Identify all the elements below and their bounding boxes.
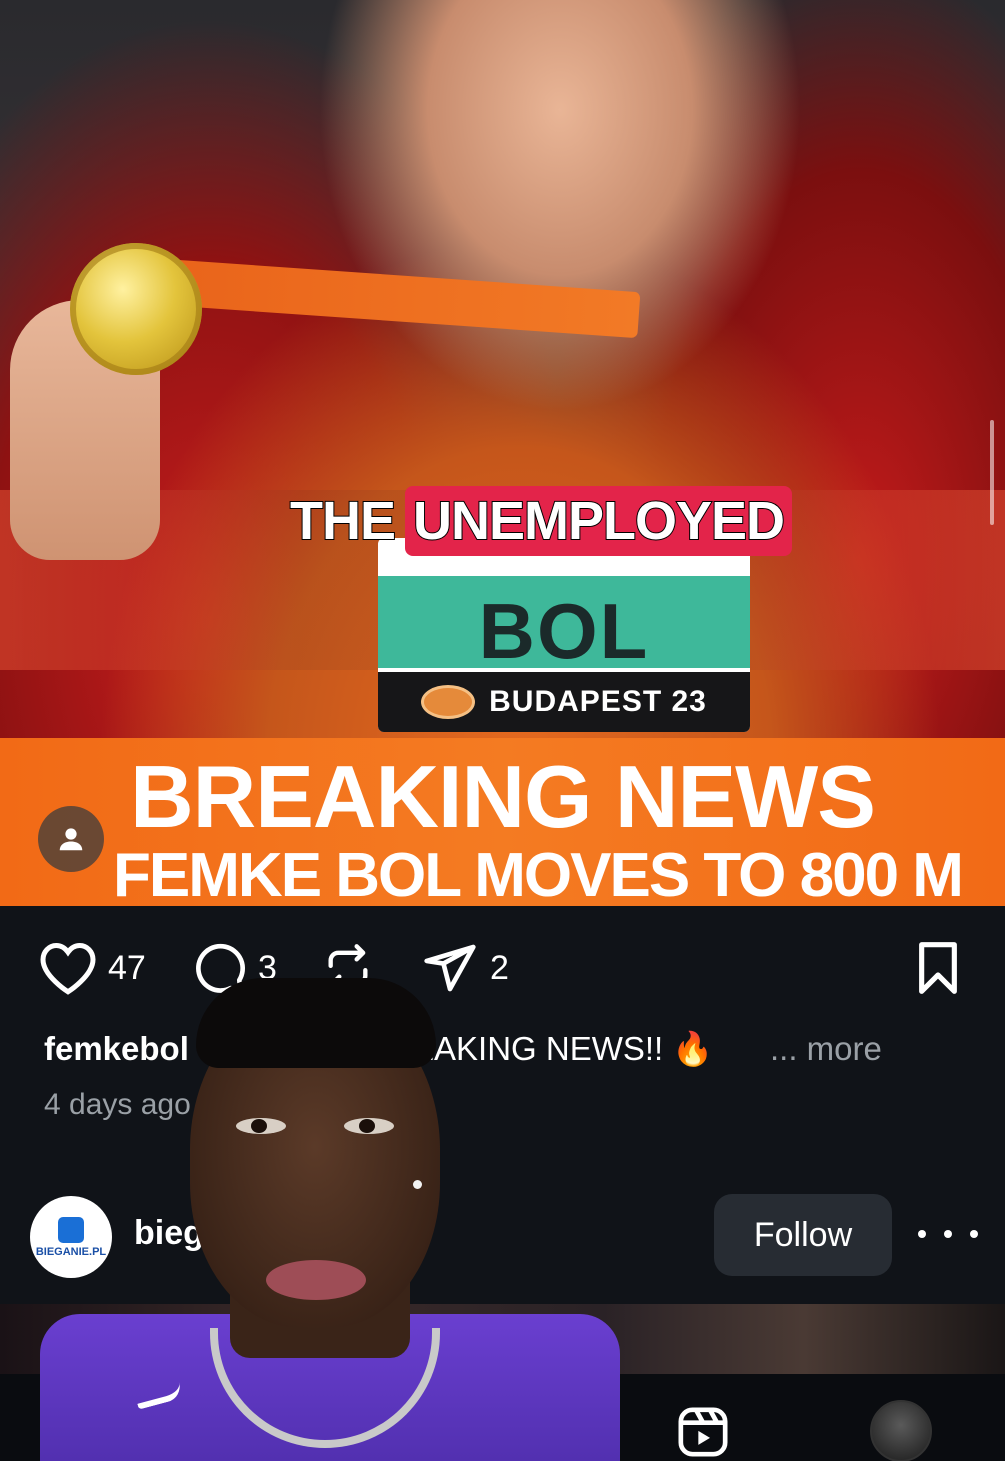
save-button[interactable] — [912, 940, 964, 996]
bookmark-icon — [919, 942, 957, 994]
tab-reels[interactable] — [674, 1404, 732, 1460]
banner-title: BREAKING NEWS — [130, 747, 876, 846]
more-dot-icon — [970, 1230, 978, 1238]
championship-logo-icon — [421, 685, 476, 719]
creator-earring — [413, 1180, 422, 1189]
creator-hair — [196, 978, 436, 1068]
post-image[interactable]: BOL BUDAPEST 23 THE UNEMPLOYED BREAKING … — [0, 0, 1005, 906]
scrollbar-thumb[interactable] — [990, 420, 994, 525]
caption-word: THE — [289, 490, 397, 552]
creator-video-overlay — [40, 968, 620, 1461]
more-dot-icon — [918, 1230, 926, 1238]
caption-word-highlighted: UNEMPLOYED — [405, 486, 793, 556]
video-caption-overlay: THE UNEMPLOYED — [289, 486, 793, 556]
bib-name: BOL — [478, 587, 650, 675]
reels-icon — [678, 1407, 728, 1457]
follow-button[interactable]: Follow — [714, 1194, 892, 1276]
banner-subtitle: FEMKE BOL MOVES TO 800 M — [113, 841, 964, 906]
tagged-people-button[interactable] — [38, 806, 104, 872]
race-bib: BOL BUDAPEST 23 — [378, 538, 750, 732]
more-dot-icon — [944, 1230, 952, 1238]
bib-event: BUDAPEST 23 — [489, 685, 707, 718]
more-options-button[interactable] — [918, 1214, 978, 1254]
gold-medal — [70, 243, 202, 375]
creator-eye — [236, 1118, 286, 1134]
person-tag-icon — [59, 828, 83, 851]
caption-more-link[interactable]: ... more — [770, 1030, 882, 1068]
creator-lips — [266, 1260, 366, 1300]
creator-eye — [344, 1118, 394, 1134]
medal-ribbon — [148, 258, 641, 339]
tab-profile-avatar[interactable] — [870, 1400, 932, 1461]
